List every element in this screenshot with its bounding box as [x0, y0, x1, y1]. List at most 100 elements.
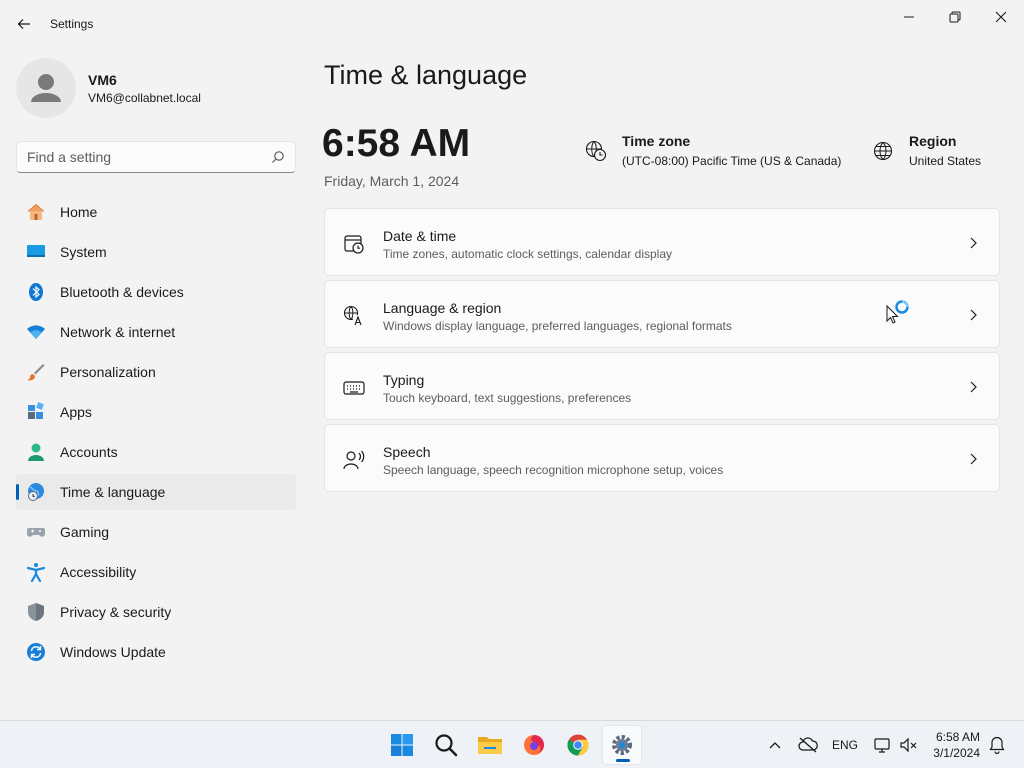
sidebar-item-personalization[interactable]: Personalization	[16, 354, 296, 390]
sidebar-item-label: Apps	[60, 404, 92, 420]
user-email: VM6@collabnet.local	[88, 91, 201, 105]
globe-icon	[873, 141, 893, 161]
sidebar-item-system[interactable]: System	[16, 234, 296, 270]
date-time-card[interactable]: Date & time Time zones, automatic clock …	[324, 208, 1000, 276]
chrome-button[interactable]	[558, 725, 598, 765]
page-title: Time & language	[324, 60, 528, 90]
file-explorer-button[interactable]	[470, 725, 510, 765]
show-hidden-icons-button[interactable]	[764, 733, 786, 757]
chevron-up-icon	[769, 742, 781, 749]
sidebar-item-label: Windows Update	[60, 644, 166, 660]
card-description: Speech language, speech recognition micr…	[383, 463, 724, 477]
sidebar-item-label: Accessibility	[60, 564, 137, 580]
system-icon	[27, 245, 45, 257]
language-icon	[343, 305, 364, 326]
sidebar: VM6 VM6@collabnet.local Home System Blue…	[0, 48, 310, 720]
timezone-label: Time zone	[622, 133, 691, 149]
sidebar-item-label: Personalization	[60, 364, 156, 380]
card-title: Typing	[383, 372, 425, 388]
sidebar-item-label: Time & language	[60, 484, 166, 500]
sidebar-item-label: Bluetooth & devices	[60, 284, 184, 300]
speech-card[interactable]: Speech Speech language, speech recogniti…	[324, 424, 1000, 492]
sidebar-item-label: Accounts	[60, 444, 118, 460]
speech-icon	[343, 450, 365, 470]
globe-clock-icon	[28, 483, 44, 501]
notifications-button[interactable]	[986, 733, 1008, 757]
calendar-clock-icon	[344, 235, 364, 254]
bell-icon	[989, 736, 1005, 754]
sidebar-item-label: Privacy & security	[60, 604, 172, 620]
taskbar-search-button[interactable]	[426, 725, 466, 765]
onedrive-tray-button[interactable]	[796, 733, 820, 757]
accessibility-icon	[26, 563, 46, 582]
user-avatar-icon	[31, 74, 61, 102]
home-icon	[27, 203, 45, 220]
sidebar-item-home[interactable]: Home	[16, 194, 296, 230]
search-icon[interactable]	[271, 150, 285, 164]
avatar[interactable]	[16, 58, 76, 118]
timezone-value: (UTC-08:00) Pacific Time (US & Canada)	[622, 154, 842, 168]
sidebar-item-windows-update[interactable]: Windows Update	[16, 634, 296, 670]
busy-cursor-icon	[886, 300, 909, 324]
chrome-icon	[567, 734, 589, 756]
settings-icon	[612, 735, 632, 755]
card-description: Windows display language, preferred lang…	[383, 319, 732, 333]
sidebar-nav: Home System Bluetooth & devices Network …	[16, 194, 296, 674]
search-input[interactable]	[27, 142, 267, 172]
close-button[interactable]	[978, 4, 1024, 30]
search-box	[16, 141, 296, 173]
sidebar-item-apps[interactable]: Apps	[16, 394, 296, 430]
input-language-button[interactable]: ENG	[828, 733, 862, 757]
shield-icon	[28, 603, 44, 621]
globe-clock-icon	[585, 140, 607, 162]
back-button[interactable]	[10, 10, 38, 38]
minimize-icon	[904, 16, 914, 18]
current-date: Friday, March 1, 2024	[324, 173, 460, 189]
restore-button[interactable]	[932, 4, 978, 30]
sidebar-item-label: Gaming	[60, 524, 110, 540]
brush-icon	[27, 364, 45, 381]
sidebar-item-network[interactable]: Network & internet	[16, 314, 296, 350]
user-name: VM6	[88, 72, 117, 88]
running-indicator	[616, 759, 630, 762]
app-title: Settings	[50, 17, 94, 31]
chevron-right-icon	[970, 309, 977, 321]
sidebar-item-label: System	[60, 244, 107, 260]
typing-card[interactable]: Typing Touch keyboard, text suggestions,…	[324, 352, 1000, 420]
search-icon	[435, 734, 458, 757]
sidebar-item-privacy[interactable]: Privacy & security	[16, 594, 296, 630]
sidebar-item-gaming[interactable]: Gaming	[16, 514, 296, 550]
start-button[interactable]	[382, 725, 422, 765]
apps-icon	[28, 402, 44, 419]
title-bar: Settings	[0, 0, 1024, 48]
accounts-icon	[28, 443, 44, 461]
sidebar-item-accessibility[interactable]: Accessibility	[16, 554, 296, 590]
bluetooth-icon	[29, 283, 43, 301]
taskbar-time: 6:58 AM	[935, 730, 980, 744]
sidebar-item-time-language[interactable]: Time & language	[16, 474, 296, 510]
minimize-button[interactable]	[886, 4, 932, 30]
taskbar-clock[interactable]: 6:58 AM 3/1/2024	[933, 729, 980, 761]
restore-icon	[949, 11, 961, 23]
firefox-button[interactable]	[514, 725, 554, 765]
card-description: Touch keyboard, text suggestions, prefer…	[383, 391, 632, 405]
network-icon	[874, 738, 890, 753]
card-title: Date & time	[383, 228, 457, 244]
sidebar-item-label: Network & internet	[60, 324, 176, 340]
sidebar-item-label: Home	[60, 204, 98, 220]
file-explorer-icon	[478, 737, 502, 754]
chevron-right-icon	[970, 237, 977, 249]
wifi-icon	[27, 325, 45, 339]
card-title: Speech	[383, 444, 431, 460]
chevron-right-icon	[970, 381, 977, 393]
card-title: Language & region	[383, 300, 502, 316]
volume-tray-button[interactable]	[898, 733, 920, 757]
settings-taskbar-button[interactable]	[602, 725, 642, 765]
region-value: United States	[909, 154, 982, 168]
taskbar-date: 3/1/2024	[933, 746, 980, 760]
network-tray-button[interactable]	[872, 733, 894, 757]
sidebar-item-bluetooth[interactable]: Bluetooth & devices	[16, 274, 296, 310]
current-time: 6:58 AM	[322, 122, 471, 165]
volume-muted-icon	[900, 737, 917, 753]
sidebar-item-accounts[interactable]: Accounts	[16, 434, 296, 470]
